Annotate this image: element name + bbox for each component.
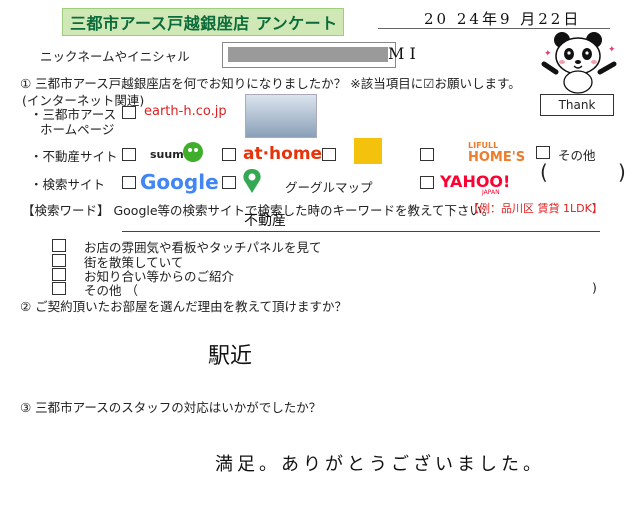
googlemap-pin-icon [243,169,261,193]
option-other-close-paren: ) [592,280,597,295]
thank-sign: Thank [540,94,614,116]
other-site-label: その他 [558,148,596,163]
nickname-value: M I [388,44,416,63]
hp-label-line2: ホームページ [40,122,115,137]
checkbox-other[interactable] [52,282,66,295]
checkbox-other-site[interactable] [536,146,550,159]
nickname-redaction [228,47,388,62]
search-label: ・検索サイト [30,177,106,192]
yahoo-japan-sub: JAPAN [482,189,500,196]
keyword-example: 【例：品川区 賃貸 1LDK】 [468,202,603,215]
athome-logo: at·home [243,144,323,164]
lifull-homes-logo: HOME'S [468,150,526,165]
keyword-underline [122,231,600,232]
checkbox-suumo[interactable] [122,148,136,161]
checkbox-store-view[interactable] [52,239,66,252]
suumo-mascot-icon [183,142,203,162]
realestate-label: ・不動産サイト [30,149,118,164]
nickname-label: ニックネームやイニシャル [40,49,190,64]
checkbox-googlemap[interactable] [222,176,236,189]
checkbox-yellow-house[interactable] [322,148,336,161]
svg-text:✦: ✦ [544,49,552,59]
q2-question: ② ご契約頂いたお部屋を選んだ理由を教えて頂けますか？ [20,299,348,314]
q3-question: ③ 三都市アースのスタッフの対応はいかがでしたか？ [20,400,322,415]
q2-answer: 駅近 [208,344,253,369]
google-logo: Google [140,170,219,194]
checkbox-walking[interactable] [52,254,66,267]
checkbox-athome[interactable] [222,148,236,161]
svg-text:✦: ✦ [608,45,616,55]
house-logo-icon [354,138,382,164]
page-title: 三都市アース戸越銀座店 アンケート [70,14,338,33]
hp-url: earth-h.co.jp [144,104,227,119]
checkbox-google[interactable] [122,176,136,189]
keyword-answer: 不動産 [244,213,286,229]
checkbox-yahoo[interactable] [420,176,434,189]
checkbox-lifull[interactable] [420,148,434,161]
checkbox-homepage[interactable] [122,106,136,119]
homepage-thumbnail [245,94,317,138]
q3-answer: 満足。ありがとうございました。 [215,454,545,475]
other-open-paren: ( [540,160,548,184]
other-close-paren: ) [618,160,626,184]
lifull-small: LIFULL [468,141,499,150]
googlemap-label: グーグルマップ [285,180,373,195]
checkbox-referral[interactable] [52,268,66,281]
panda-icon: ✦ ✦ [541,32,617,94]
